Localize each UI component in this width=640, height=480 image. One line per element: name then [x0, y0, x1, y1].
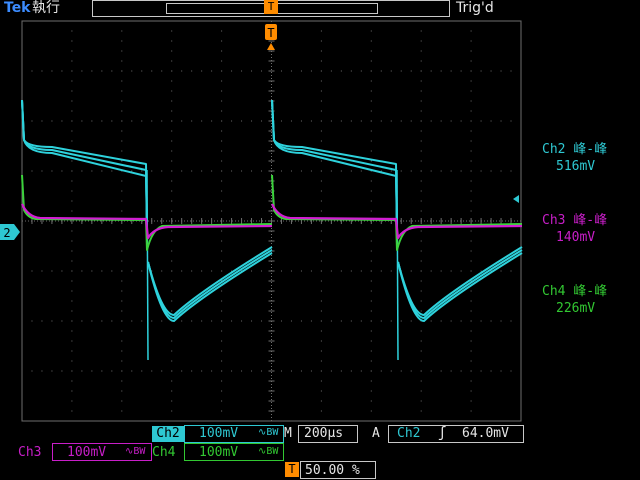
- measurement-label: Ch3 峰-峰: [542, 213, 608, 228]
- oscilloscope-screen: { "header": { "brand": "Tek", "run_state…: [0, 0, 640, 480]
- timebase-value: 200µs: [304, 426, 344, 441]
- ch4-scale: 100mV: [199, 445, 239, 460]
- trigger-status: Trig'd: [456, 0, 494, 16]
- ch2-trace-edge: [146, 169, 149, 361]
- measurement-value: 226mV: [556, 301, 596, 316]
- ch3-label: Ch3: [18, 445, 42, 460]
- ch2-trace-high: [21, 99, 148, 233]
- ch2-trace-low: [147, 246, 273, 316]
- measurement-value: 516mV: [556, 159, 596, 174]
- brand-logo: Tek: [4, 0, 31, 16]
- trigger-level: 64.0mV: [462, 426, 509, 441]
- measurement-label: Ch2 峰-峰: [542, 142, 608, 157]
- trigger-time-marker[interactable]: T: [265, 24, 277, 50]
- ch2-scale: 100mV: [199, 426, 239, 441]
- svg-text:2: 2: [3, 226, 10, 240]
- ch2-trace-low: [147, 249, 273, 319]
- ch2-trace-low: [397, 249, 523, 319]
- graticule: [21, 20, 522, 422]
- ch2-trace-edge: [396, 169, 399, 361]
- channel-2-ground-marker[interactable]: 2: [0, 224, 20, 240]
- ch2-trace-high: [271, 99, 398, 233]
- trigger-mode: A: [372, 426, 380, 441]
- ch3-scale: 100mV: [67, 445, 107, 460]
- trigger-source: Ch2: [397, 426, 421, 441]
- ch3-coupling: ∿BW: [125, 446, 146, 457]
- trigger-level-marker[interactable]: [513, 195, 519, 203]
- timebase-prefix: M: [284, 426, 292, 441]
- measurement-value: 140mV: [556, 230, 596, 245]
- ch2-trace-low: [397, 246, 523, 316]
- run-state: 執行: [32, 0, 60, 16]
- trigger-slope-icon: ʃ: [438, 425, 447, 441]
- trigger-position-marker: T: [285, 462, 299, 477]
- ch2-label: Ch2: [152, 426, 184, 442]
- ch4-label: Ch4: [152, 445, 176, 460]
- measurement-label: Ch4 峰-峰: [542, 284, 608, 299]
- svg-text:T: T: [267, 26, 274, 40]
- ch2-coupling: ∿BW: [258, 427, 279, 438]
- ch4-coupling: ∿BW: [258, 446, 279, 457]
- record-trigger-marker: T: [264, 0, 278, 14]
- waveform-display: T 2: [0, 20, 523, 422]
- trigger-position-value: 50.00 %: [305, 463, 360, 478]
